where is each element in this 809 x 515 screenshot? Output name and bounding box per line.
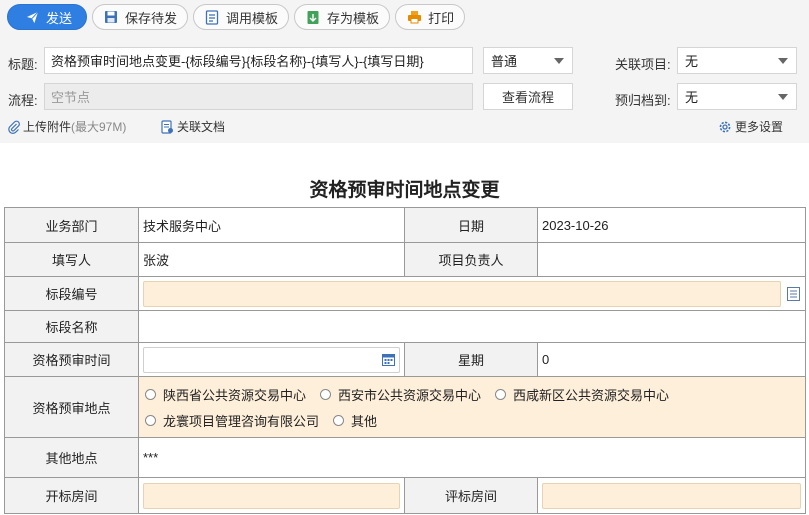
eval-room-cell — [537, 477, 806, 514]
filler-value: 张波 — [138, 242, 405, 277]
prequal-time-cell — [138, 342, 405, 377]
prequal-place-label: 资格预审地点 — [4, 376, 139, 438]
table-row: 资格预审地点 陕西省公共资源交易中心 西安市公共资源交易中心 西咸新区公共资源交… — [4, 376, 806, 438]
paperclip-icon — [8, 120, 20, 134]
eval-room-input[interactable] — [542, 482, 801, 509]
project-manager-label: 项目负责人 — [404, 242, 538, 277]
related-project-label: 关联项目: — [615, 57, 671, 72]
table-row: 其他地点 *** — [4, 437, 806, 478]
date-value: 2023-10-26 — [537, 207, 806, 243]
subject-input[interactable]: 资格预审时间地点变更-{标段编号}{标段名称}-{填写人}-{填写日期} — [44, 47, 473, 74]
table-row: 标段编号 — [4, 276, 806, 311]
print-button[interactable]: 打印 — [395, 4, 466, 30]
upload-attachment-link[interactable]: 上传附件 (最大97M) — [8, 118, 126, 135]
form-title: 资格预审时间地点变更 — [309, 180, 500, 201]
dept-value: 技术服务中心 — [138, 207, 405, 243]
related-project-select[interactable]: 无 — [677, 47, 797, 74]
gear-icon — [718, 120, 732, 134]
open-room-input[interactable] — [143, 482, 400, 509]
list-picker-icon[interactable] — [787, 286, 801, 301]
flow-input[interactable]: 空节点 — [44, 83, 473, 110]
dept-label: 业务部门 — [4, 207, 139, 243]
open-room-cell — [138, 477, 405, 514]
send-icon — [24, 9, 40, 25]
chevron-down-icon — [778, 57, 788, 64]
archive-label: 预归档到: — [615, 93, 671, 108]
eval-room-label: 评标房间 — [404, 477, 538, 514]
project-manager-value — [537, 242, 806, 277]
radio-xixian-center[interactable]: 西咸新区公共资源交易中心 — [495, 385, 669, 404]
document-link-icon — [160, 119, 174, 134]
flow-label: 流程: — [8, 93, 38, 108]
chevron-down-icon — [778, 93, 788, 100]
weekday-value: 0 — [537, 342, 806, 377]
other-place-value: *** — [138, 437, 806, 478]
calendar-icon[interactable] — [382, 353, 395, 366]
radio-shaanxi-center[interactable]: 陕西省公共资源交易中心 — [145, 385, 306, 404]
radio-xian-center[interactable]: 西安市公共资源交易中心 — [320, 385, 481, 404]
send-button[interactable]: 发送 — [7, 4, 88, 30]
save-draft-button[interactable]: 保存待发 — [92, 4, 189, 30]
prequal-time-label: 资格预审时间 — [4, 342, 139, 377]
open-room-label: 开标房间 — [4, 477, 139, 514]
table-row: 标段名称 — [4, 310, 806, 343]
table-row: 业务部门 技术服务中心 日期 2023-10-26 — [4, 207, 806, 243]
prequal-place-cell: 陕西省公共资源交易中心 西安市公共资源交易中心 西咸新区公共资源交易中心 龙寰项… — [138, 376, 806, 438]
radio-other[interactable]: 其他 — [333, 411, 377, 430]
prequal-place-radio-group: 陕西省公共资源交易中心 西安市公共资源交易中心 西咸新区公共资源交易中心 龙寰项… — [139, 377, 805, 437]
prequal-time-input[interactable] — [143, 346, 400, 373]
view-flow-button[interactable]: 查看流程 — [483, 83, 573, 110]
table-row: 资格预审时间 星期 0 — [4, 342, 806, 377]
section-number-cell — [138, 276, 806, 311]
archive-select[interactable]: 无 — [677, 83, 797, 110]
more-settings-link[interactable]: 更多设置 — [718, 118, 783, 135]
section-number-label: 标段编号 — [4, 276, 139, 311]
filler-label: 填写人 — [4, 242, 139, 277]
printer-icon — [406, 9, 422, 25]
floppy-disk-icon — [103, 9, 119, 25]
weekday-label: 星期 — [404, 342, 538, 377]
section-number-input[interactable] — [143, 280, 781, 307]
form-table: 业务部门 技术服务中心 日期 2023-10-26 填写人 张波 项目负责人 标… — [4, 207, 806, 514]
toolbar: 发送 保存待发 调用模板 存为模板 打印 — [7, 4, 466, 30]
save-template-icon — [305, 9, 321, 25]
table-row: 填写人 张波 项目负责人 — [4, 242, 806, 277]
table-row: 开标房间 评标房间 — [4, 477, 806, 514]
chevron-down-icon — [554, 57, 564, 64]
priority-select[interactable]: 普通 — [483, 47, 573, 74]
other-place-label: 其他地点 — [4, 437, 139, 478]
date-label: 日期 — [404, 207, 538, 243]
section-name-label: 标段名称 — [4, 310, 139, 343]
template-icon — [204, 9, 220, 25]
title-label: 标题: — [8, 57, 38, 72]
section-name-value — [138, 310, 806, 343]
save-template-button[interactable]: 存为模板 — [294, 4, 391, 30]
use-template-button[interactable]: 调用模板 — [193, 4, 290, 30]
radio-longhuan-company[interactable]: 龙寰项目管理咨询有限公司 — [145, 411, 319, 430]
related-docs-link[interactable]: 关联文档 — [160, 118, 225, 135]
